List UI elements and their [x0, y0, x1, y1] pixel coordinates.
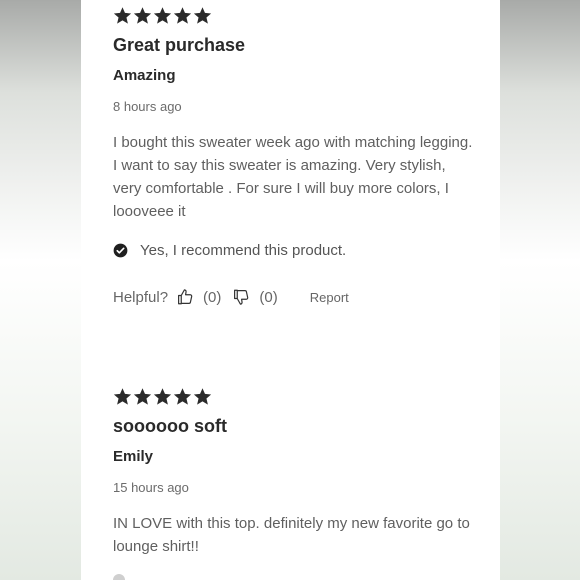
recommend-note: Yes, I recommend this product.	[113, 242, 346, 259]
star-icon	[133, 388, 152, 405]
review-time: 15 hours ago	[113, 480, 189, 495]
reviews-panel: Great purchase Amazing 8 hours ago I bou…	[81, 0, 500, 580]
review-title: soooooo soft	[113, 416, 227, 436]
star-icon	[113, 7, 132, 24]
star-icon	[153, 388, 172, 405]
helpful-label: Helpful?	[113, 288, 169, 306]
report-link[interactable]: Report	[310, 290, 349, 305]
star-icon	[133, 7, 152, 24]
review-item: soooooo soft Emily 15 hours ago IN LOVE …	[113, 387, 483, 577]
star-icon	[193, 388, 212, 405]
review-author: Emily	[113, 448, 154, 465]
star-icon	[173, 7, 192, 24]
review-title: Great purchase	[113, 35, 246, 55]
thumbs-up-icon[interactable]	[176, 288, 194, 306]
star-icon	[173, 388, 192, 405]
recommend-text: Yes, I recommend this product.	[140, 242, 347, 259]
next-item-indicator	[113, 574, 125, 580]
background-right	[500, 0, 580, 580]
helpful-down-count: (0)	[259, 288, 278, 306]
review-item: Great purchase Amazing 8 hours ago I bou…	[113, 6, 483, 306]
thumbs-down-icon[interactable]	[232, 288, 250, 306]
star-icon	[113, 388, 132, 405]
star-rating	[113, 387, 483, 409]
helpful-row: Helpful? (0) (0) Report	[113, 288, 349, 306]
helpful-up-count: (0)	[203, 288, 222, 306]
review-body: I bought this sweater week ago with matc…	[113, 134, 473, 220]
star-icon	[193, 7, 212, 24]
star-icon	[153, 7, 172, 24]
review-body: IN LOVE with this top. definitely my new…	[113, 515, 470, 555]
review-author: Amazing	[113, 67, 176, 84]
review-time: 8 hours ago	[113, 99, 182, 114]
check-circle-icon	[113, 243, 128, 258]
background-left	[0, 0, 81, 580]
star-rating	[113, 6, 483, 28]
